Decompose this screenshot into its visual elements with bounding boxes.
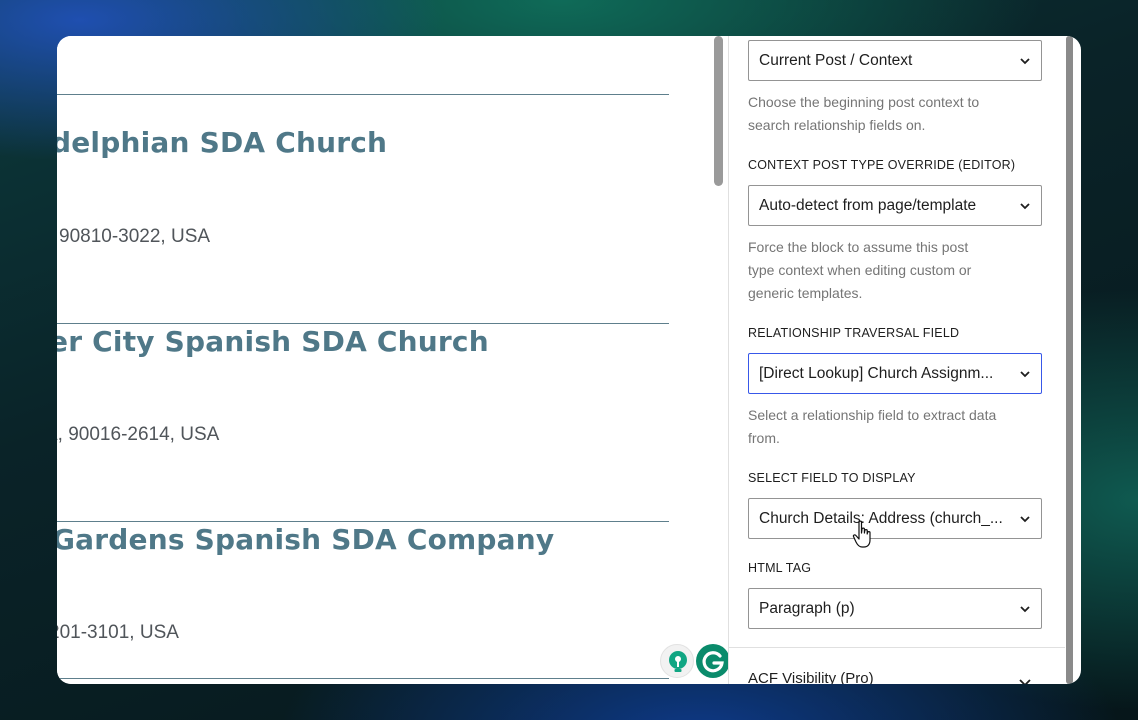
church-title[interactable]: Gardens Spanish SDA Company xyxy=(57,523,554,556)
context-select[interactable]: Current Post / Context xyxy=(748,40,1042,81)
html-tag-label: HTML TAG xyxy=(748,561,812,575)
post-type-override-value: Auto-detect from page/template xyxy=(759,197,977,214)
html-tag-select[interactable]: Paragraph (p) xyxy=(748,588,1042,629)
context-select-value: Current Post / Context xyxy=(759,52,913,69)
html-tag-value: Paragraph (p) xyxy=(759,600,855,617)
chevron-down-icon xyxy=(1020,58,1030,65)
church-address[interactable]: 90810-3022, USA xyxy=(59,226,210,248)
grammarly-widget[interactable] xyxy=(660,644,730,678)
lightbulb-icon[interactable] xyxy=(660,644,694,678)
traversal-field-value: [Direct Lookup] Church Assignm... xyxy=(759,365,994,382)
editor-window: delphian SDA Church 90810-3022, USA er C… xyxy=(57,36,1081,684)
context-select-help: Choose the beginning post context to sea… xyxy=(748,94,980,133)
church-address[interactable]: A, 90016-2614, USA xyxy=(57,424,219,446)
panel-scrollbar-thumb[interactable] xyxy=(1066,36,1073,684)
display-field-value: Church Details: Address (church_... xyxy=(759,510,1003,527)
acf-visibility-toggle[interactable]: ACF Visibility (Pro) xyxy=(748,670,874,684)
display-field-select[interactable]: Church Details: Address (church_... xyxy=(748,498,1042,539)
section-divider xyxy=(729,647,1065,648)
grammarly-icon[interactable] xyxy=(696,644,730,678)
entry-divider xyxy=(57,94,669,95)
chevron-down-icon[interactable] xyxy=(1017,674,1033,684)
chevron-down-icon xyxy=(1020,516,1030,523)
traversal-field-label: RELATIONSHIP TRAVERSAL FIELD xyxy=(748,326,960,340)
chevron-down-icon xyxy=(1020,203,1030,210)
block-inspector-panel: Current Post / Context Choose the beginn… xyxy=(729,36,1065,684)
church-title[interactable]: er City Spanish SDA Church xyxy=(57,325,489,358)
church-title[interactable]: delphian SDA Church xyxy=(57,126,387,159)
post-type-override-select[interactable]: Auto-detect from page/template xyxy=(748,185,1042,226)
church-address[interactable]: 201-3101, USA xyxy=(57,622,179,644)
canvas-scrollbar-thumb[interactable] xyxy=(714,36,723,186)
entry-divider xyxy=(57,521,669,522)
post-type-override-label: CONTEXT POST TYPE OVERRIDE (EDITOR) xyxy=(748,158,1016,172)
chevron-down-icon xyxy=(1020,371,1030,378)
editor-canvas[interactable]: delphian SDA Church 90810-3022, USA er C… xyxy=(57,36,712,684)
entry-divider xyxy=(57,323,669,324)
display-field-label: SELECT FIELD TO DISPLAY xyxy=(748,471,916,485)
entry-divider xyxy=(57,678,669,679)
post-type-override-help: Force the block to assume this post type… xyxy=(748,239,972,301)
traversal-field-help: Select a relationship field to extract d… xyxy=(748,407,997,446)
traversal-field-select[interactable]: [Direct Lookup] Church Assignm... xyxy=(748,353,1042,394)
chevron-down-icon xyxy=(1020,606,1030,613)
